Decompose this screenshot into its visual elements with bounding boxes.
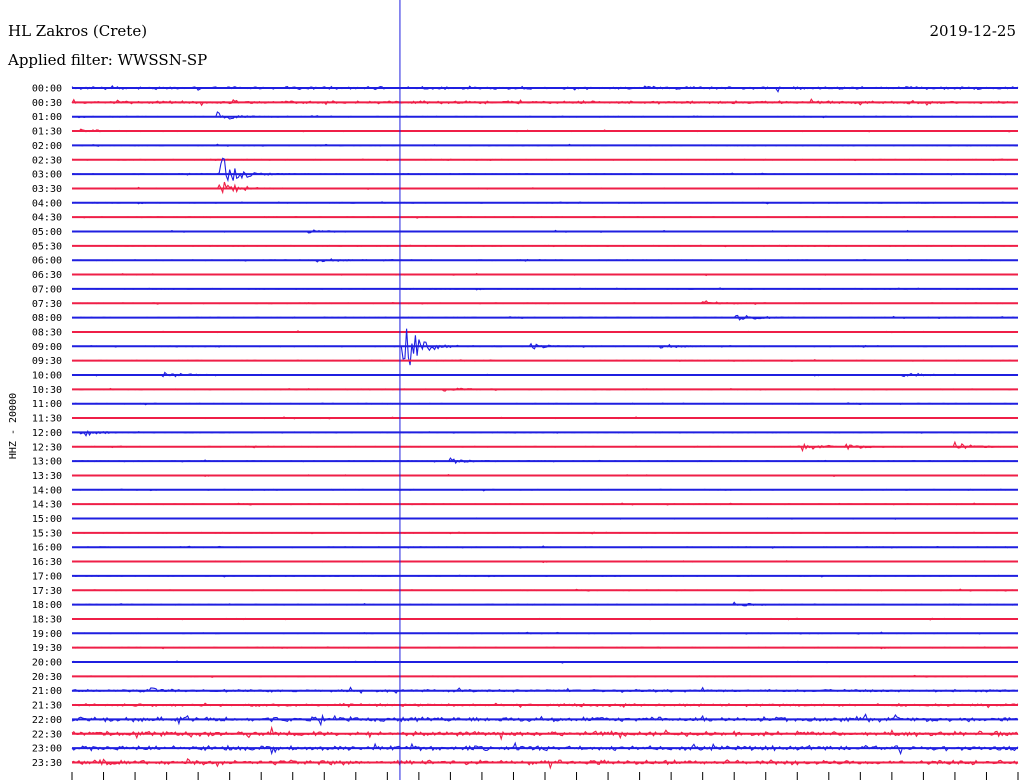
row-label-1630: 16:30 — [32, 557, 62, 568]
row-label-0830: 08:30 — [32, 327, 62, 338]
row-label-1730: 17:30 — [32, 586, 62, 597]
row-label-2200: 22:00 — [32, 715, 62, 726]
row-label-2230: 22:30 — [32, 729, 62, 740]
row-label-2100: 21:00 — [32, 686, 62, 697]
row-label-0900: 09:00 — [32, 342, 62, 353]
helicorder-plot: HL Zakros (Crete) Applied filter: WWSSN-… — [7, 0, 1019, 780]
row-label-0500: 05:00 — [32, 227, 62, 238]
row-label-2030: 20:30 — [32, 672, 62, 683]
row-label-1100: 11:00 — [32, 399, 62, 410]
row-label-1130: 11:30 — [32, 414, 62, 425]
row-label-0530: 05:30 — [32, 241, 62, 252]
row-label-1600: 16:00 — [32, 543, 62, 554]
station-title: HL Zakros (Crete) — [8, 22, 147, 40]
row-label-1000: 10:00 — [32, 371, 62, 382]
row-label-0230: 02:30 — [32, 155, 62, 166]
channel-label: HHZ - 20000 — [8, 393, 19, 459]
row-label-1830: 18:30 — [32, 614, 62, 625]
row-label-1430: 14:30 — [32, 500, 62, 511]
row-label-2330: 23:30 — [32, 758, 62, 769]
seismogram-traces — [71, 84, 1019, 770]
row-label-1800: 18:00 — [32, 600, 62, 611]
row-label-2130: 21:30 — [32, 701, 62, 712]
row-label-0800: 08:00 — [32, 313, 62, 324]
row-label-1530: 15:30 — [32, 528, 62, 539]
row-label-0600: 06:00 — [32, 256, 62, 267]
row-label-0730: 07:30 — [32, 299, 62, 310]
row-label-0300: 03:00 — [32, 170, 62, 181]
row-label-1900: 19:00 — [32, 629, 62, 640]
date-label: 2019-12-25 — [930, 22, 1016, 40]
row-label-1700: 17:00 — [32, 571, 62, 582]
row-label-0400: 04:00 — [32, 198, 62, 209]
row-label-1200: 12:00 — [32, 428, 62, 439]
row-label-2000: 20:00 — [32, 658, 62, 669]
row-label-0700: 07:00 — [32, 284, 62, 295]
time-axis-ticks — [71, 772, 1019, 780]
row-label-0100: 01:00 — [32, 112, 62, 123]
trace-row-0100 — [71, 111, 1019, 120]
row-label-1400: 14:00 — [32, 485, 62, 496]
trace-row-0300 — [71, 157, 1019, 183]
trace-row-0330 — [71, 181, 1019, 195]
row-time-labels: 00:00 00:30 01:00 01:30 02:00 02:30 03:00 03:30… — [32, 84, 62, 769]
row-label-1300: 13:00 — [32, 457, 62, 468]
row-label-1330: 13:30 — [32, 471, 62, 482]
row-label-1930: 19:30 — [32, 643, 62, 654]
row-label-0430: 04:30 — [32, 213, 62, 224]
row-label-0030: 00:30 — [32, 98, 62, 109]
row-label-0330: 03:30 — [32, 184, 62, 195]
row-label-1030: 10:30 — [32, 385, 62, 396]
filter-label: Applied filter: WWSSN-SP — [7, 51, 207, 69]
row-label-0200: 02:00 — [32, 141, 62, 152]
row-label-0000: 00:00 — [32, 84, 62, 95]
row-label-0130: 01:30 — [32, 127, 62, 138]
row-label-1230: 12:30 — [32, 442, 62, 453]
row-label-0630: 06:30 — [32, 270, 62, 281]
row-label-0930: 09:30 — [32, 356, 62, 367]
row-label-2300: 23:00 — [32, 744, 62, 755]
row-label-1500: 15:00 — [32, 514, 62, 525]
